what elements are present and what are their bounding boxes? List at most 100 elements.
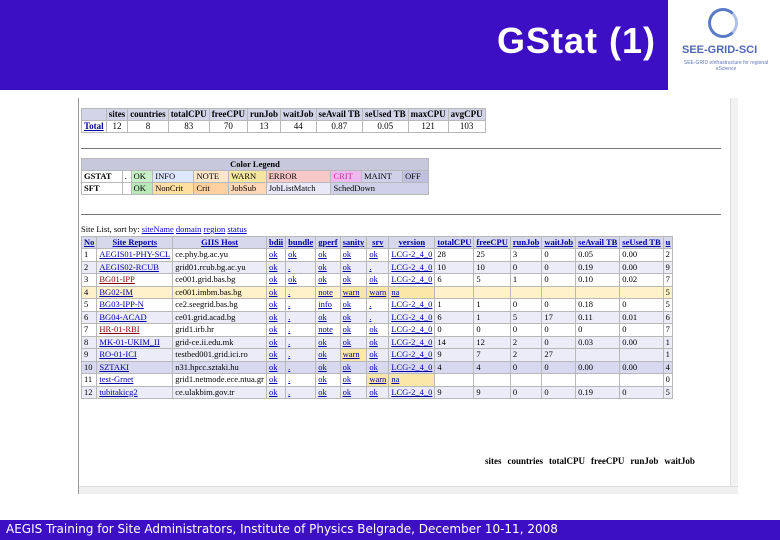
status-link[interactable]: ok [339, 373, 368, 387]
status-link[interactable]: info [315, 298, 341, 312]
status-link[interactable]: ok [265, 373, 287, 387]
status-link[interactable]: ok [366, 385, 390, 399]
sort-link-status[interactable]: status [227, 224, 246, 234]
site-col-header[interactable]: runJob [509, 236, 543, 249]
version-link[interactable]: LCG-2_4_0 [388, 273, 436, 287]
status-link[interactable]: ok [366, 248, 390, 262]
status-link[interactable]: ok [265, 260, 287, 274]
site-col-header[interactable]: seAvail TB [575, 236, 621, 249]
site-report-link[interactable]: AEGIS01-PHY-SCL [96, 248, 174, 262]
site-col-header[interactable]: GIIS Host [172, 236, 267, 249]
site-report-link[interactable]: SZTAKI [96, 360, 174, 374]
status-link[interactable]: . [285, 360, 317, 374]
site-report-link[interactable]: BG03-IPP-N [96, 298, 174, 312]
status-link[interactable]: warn [366, 373, 390, 387]
status-link[interactable]: ok [339, 260, 368, 274]
status-link[interactable]: . [366, 298, 390, 312]
status-link[interactable]: ok [339, 323, 368, 337]
status-link[interactable]: ok [315, 348, 341, 362]
status-link[interactable]: ok [315, 360, 341, 374]
version-link[interactable]: LCG-2_4_0 [388, 298, 436, 312]
site-col-header[interactable]: srv [366, 236, 390, 249]
status-link[interactable]: warn [366, 285, 390, 299]
status-link[interactable]: ok [366, 360, 390, 374]
version-link[interactable]: LCG-2_4_0 [388, 260, 436, 274]
horizontal-scrollbar[interactable] [79, 486, 738, 494]
status-link[interactable]: ok [366, 273, 390, 287]
version-link[interactable]: LCG-2_4_0 [388, 335, 436, 349]
version-link[interactable]: na [388, 285, 436, 299]
site-report-link[interactable]: MK-01-UKIM_II [96, 335, 174, 349]
site-col-header[interactable]: gperf [315, 236, 341, 249]
status-link[interactable]: warn [339, 285, 368, 299]
version-link[interactable]: LCG-2_4_0 [388, 323, 436, 337]
site-report-link[interactable]: RO-01-ICI [96, 348, 174, 362]
status-link[interactable]: ok [265, 285, 287, 299]
version-link[interactable]: LCG-2_4_0 [388, 248, 436, 262]
site-col-header[interactable]: u [662, 236, 674, 249]
status-link[interactable]: ok [265, 348, 287, 362]
status-link[interactable]: ok [265, 385, 287, 399]
status-link[interactable]: ok [366, 348, 390, 362]
status-link[interactable]: note [315, 285, 341, 299]
status-link[interactable]: ok [339, 335, 368, 349]
status-link[interactable]: ok [265, 323, 287, 337]
sort-link-sitename[interactable]: siteName [142, 224, 174, 234]
status-link[interactable]: ok [315, 273, 341, 287]
status-link[interactable]: ok [366, 335, 390, 349]
status-link[interactable]: note [315, 323, 341, 337]
status-link[interactable]: ok [265, 360, 287, 374]
status-link[interactable]: . [285, 260, 317, 274]
site-col-header[interactable]: bdii [265, 236, 287, 249]
status-link[interactable]: ok [315, 385, 341, 399]
site-report-link[interactable]: test-Grnet [96, 373, 174, 387]
sort-link-region[interactable]: region [204, 224, 226, 234]
status-link[interactable]: . [285, 348, 317, 362]
site-report-link[interactable]: BG02-IM [96, 285, 174, 299]
status-link[interactable]: ok [285, 248, 317, 262]
status-link[interactable]: ok [315, 373, 341, 387]
sort-link-domain[interactable]: domain [176, 224, 202, 234]
version-link[interactable]: LCG-2_4_0 [388, 348, 436, 362]
status-link[interactable]: ok [265, 298, 287, 312]
status-link[interactable]: ok [315, 335, 341, 349]
site-report-link[interactable]: tubitakicg2 [96, 385, 174, 399]
site-col-header[interactable]: version [388, 236, 436, 249]
status-link[interactable]: . [285, 323, 317, 337]
status-link[interactable]: ok [366, 323, 390, 337]
site-col-header[interactable]: Site Reports [96, 236, 174, 249]
status-link[interactable]: . [285, 335, 317, 349]
status-link[interactable]: ok [339, 385, 368, 399]
status-link[interactable]: ok [265, 310, 287, 324]
site-report-link[interactable]: AEGIS02-RCUB [96, 260, 174, 274]
status-link[interactable]: ok [315, 260, 341, 274]
status-link[interactable]: warn [339, 348, 368, 362]
status-link[interactable]: ok [265, 335, 287, 349]
status-link[interactable]: ok [339, 360, 368, 374]
status-link[interactable]: ok [285, 273, 317, 287]
site-report-link[interactable]: HR-01-RBI [96, 323, 174, 337]
total-link[interactable]: Total [81, 120, 107, 133]
status-link[interactable]: . [285, 285, 317, 299]
status-link[interactable]: . [285, 310, 317, 324]
status-link[interactable]: ok [315, 248, 341, 262]
site-col-header[interactable]: totalCPU [434, 236, 475, 249]
status-link[interactable]: . [285, 385, 317, 399]
version-link[interactable]: LCG-2_4_0 [388, 360, 436, 374]
vertical-scrollbar[interactable] [730, 98, 738, 494]
status-link[interactable]: . [285, 298, 317, 312]
site-report-link[interactable]: BG01-IPP [96, 273, 174, 287]
site-col-header[interactable]: sanity [339, 236, 368, 249]
status-link[interactable]: ok [265, 273, 287, 287]
version-link[interactable]: LCG-2_4_0 [388, 310, 436, 324]
site-report-link[interactable]: BG04-ACAD [96, 310, 174, 324]
site-col-header[interactable]: freeCPU [473, 236, 511, 249]
status-link[interactable]: ok [339, 248, 368, 262]
status-link[interactable]: . [285, 373, 317, 387]
status-link[interactable]: ok [339, 310, 368, 324]
status-link[interactable]: ok [265, 248, 287, 262]
status-link[interactable]: . [366, 310, 390, 324]
site-col-header[interactable]: seUsed TB [619, 236, 664, 249]
version-link[interactable]: LCG-2_4_0 [388, 385, 436, 399]
status-link[interactable]: . [366, 260, 390, 274]
